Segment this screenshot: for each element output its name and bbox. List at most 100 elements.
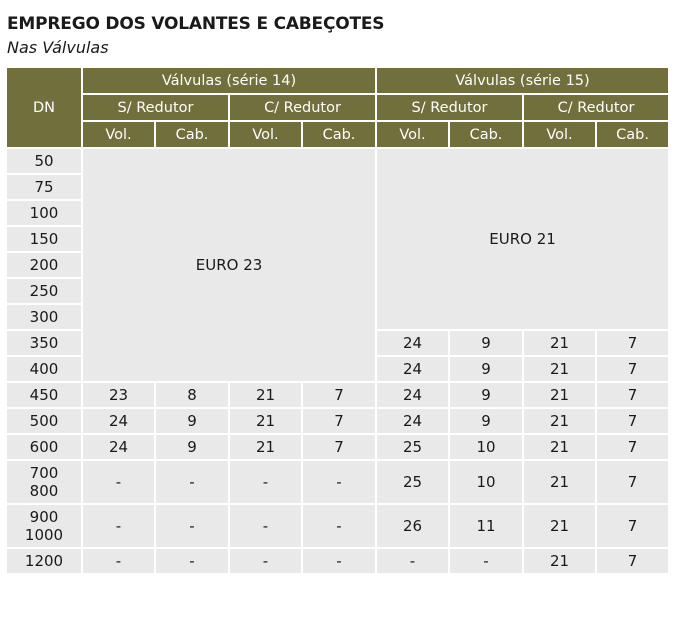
- dn-cell: 250: [7, 277, 83, 305]
- c14-vol-cell: -: [228, 503, 303, 549]
- s15-vol-cell: -: [375, 547, 451, 575]
- c15-vol-cell: 21: [522, 355, 598, 383]
- dn-cell: 75: [7, 173, 83, 201]
- c14-cab-cell: -: [300, 459, 378, 505]
- header-dn: DN: [7, 66, 83, 149]
- header-14-c-redutor: C/ Redutor: [227, 93, 378, 122]
- c15-cab-cell: 7: [595, 547, 671, 575]
- s14-cab-cell: 9: [154, 407, 230, 435]
- header-vol: Vol.: [228, 120, 303, 149]
- s15-vol-cell: 26: [375, 503, 451, 549]
- c14-vol-cell: 21: [228, 433, 303, 461]
- s14-cab-cell: -: [154, 503, 230, 549]
- s14-vol-cell: 24: [81, 407, 156, 435]
- dn-cell: 150: [7, 225, 83, 253]
- table-row: 600 24 9 21 7 25 10 21 7: [7, 433, 671, 461]
- s14-vol-cell: -: [81, 503, 156, 549]
- table-row: 1200 - - - - - - 21 7: [7, 547, 671, 575]
- dn-cell: 350: [7, 329, 83, 357]
- page-title: EMPREGO DOS VOLANTES E CABEÇOTES: [7, 14, 385, 34]
- dn-cell: 600: [7, 433, 83, 461]
- c14-cab-cell: -: [300, 547, 378, 575]
- table-row: 500 24 9 21 7 24 9 21 7: [7, 407, 671, 435]
- dn-value: 1000: [24, 526, 64, 544]
- dn-cell: 100: [7, 199, 83, 227]
- c15-vol-cell: 21: [522, 381, 598, 409]
- c15-vol-cell: 21: [522, 503, 598, 549]
- table-row: 50 EURO 23 EURO 21: [7, 147, 671, 383]
- header-cab: Cab.: [595, 120, 671, 149]
- header-14-s-redutor: S/ Redutor: [81, 93, 230, 122]
- page-subtitle: Nas Válvulas: [7, 38, 109, 57]
- c14-cab-cell: -: [300, 503, 378, 549]
- header-vol: Vol.: [81, 120, 156, 149]
- s14-vol-cell: -: [81, 547, 156, 575]
- dn-cell: 450: [7, 381, 83, 409]
- s15-vol-cell: 24: [375, 407, 451, 435]
- valves-table: DN Válvulas (série 14) Válvulas (série 1…: [7, 66, 671, 575]
- c14-cab-cell: 7: [300, 381, 378, 409]
- c14-cab-cell: 7: [300, 433, 378, 461]
- s15-cab-cell: 10: [448, 459, 525, 505]
- header-serie-14: Válvulas (série 14): [80, 66, 378, 95]
- dn-cell: 200: [7, 251, 83, 279]
- c15-cab-cell: 7: [595, 459, 671, 505]
- c14-vol-cell: -: [228, 459, 303, 505]
- euro-23-cell: EURO 23: [80, 147, 378, 383]
- table-row: 700 800 - - - - 25 10 21 7: [7, 459, 671, 505]
- c15-cab-cell: 7: [595, 503, 671, 549]
- s15-vol-cell: 24: [375, 329, 451, 357]
- s15-vol-cell: 24: [375, 381, 451, 409]
- c14-vol-cell: -: [228, 547, 303, 575]
- dn-cell: 700 800: [7, 459, 83, 505]
- s15-cab-cell: -: [448, 547, 525, 575]
- c15-vol-cell: 21: [522, 329, 598, 357]
- dn-value: 800: [29, 482, 59, 500]
- s14-cab-cell: 9: [154, 433, 230, 461]
- dn-cell: 900 1000: [7, 503, 83, 549]
- c14-cab-cell: 7: [300, 407, 378, 435]
- s15-cab-cell: 11: [448, 503, 525, 549]
- header-serie-15: Válvulas (série 15): [375, 66, 671, 95]
- dn-cell: 50: [7, 147, 83, 175]
- s15-cab-cell: 9: [448, 355, 525, 383]
- c15-cab-cell: 7: [595, 433, 671, 461]
- header-15-s-redutor: S/ Redutor: [375, 93, 525, 122]
- header-cab: Cab.: [300, 120, 378, 149]
- s15-vol-cell: 25: [375, 459, 451, 505]
- table-row: 450 23 8 21 7 24 9 21 7: [7, 381, 671, 409]
- c15-cab-cell: 7: [595, 329, 671, 357]
- s15-cab-cell: 9: [448, 381, 525, 409]
- s15-cab-cell: 9: [448, 407, 525, 435]
- dn-cell: 300: [7, 303, 83, 331]
- c15-vol-cell: 21: [522, 407, 598, 435]
- dn-value: 900: [29, 508, 59, 526]
- header-15-c-redutor: C/ Redutor: [522, 93, 671, 122]
- s15-vol-cell: 25: [375, 433, 451, 461]
- dn-cell: 400: [7, 355, 83, 383]
- header-cab: Cab.: [448, 120, 525, 149]
- dn-value: 700: [29, 464, 59, 482]
- s14-cab-cell: -: [154, 459, 230, 505]
- s15-vol-cell: 24: [375, 355, 451, 383]
- c14-vol-cell: 21: [228, 407, 303, 435]
- s15-cab-cell: 10: [448, 433, 525, 461]
- s14-vol-cell: 24: [81, 433, 156, 461]
- table-row: 900 1000 - - - - 26 11 21 7: [7, 503, 671, 549]
- c15-cab-cell: 7: [595, 381, 671, 409]
- s14-vol-cell: 23: [81, 381, 156, 409]
- s14-cab-cell: 8: [154, 381, 230, 409]
- c14-vol-cell: 21: [228, 381, 303, 409]
- dn-cell: 1200: [7, 547, 83, 575]
- c15-vol-cell: 21: [522, 459, 598, 505]
- euro-21-cell: EURO 21: [375, 147, 671, 331]
- header-vol: Vol.: [522, 120, 598, 149]
- header-vol: Vol.: [375, 120, 451, 149]
- header-cab: Cab.: [154, 120, 230, 149]
- c15-vol-cell: 21: [522, 547, 598, 575]
- s14-vol-cell: -: [81, 459, 156, 505]
- dn-cell: 500: [7, 407, 83, 435]
- s15-cab-cell: 9: [448, 329, 525, 357]
- c15-cab-cell: 7: [595, 355, 671, 383]
- c15-cab-cell: 7: [595, 407, 671, 435]
